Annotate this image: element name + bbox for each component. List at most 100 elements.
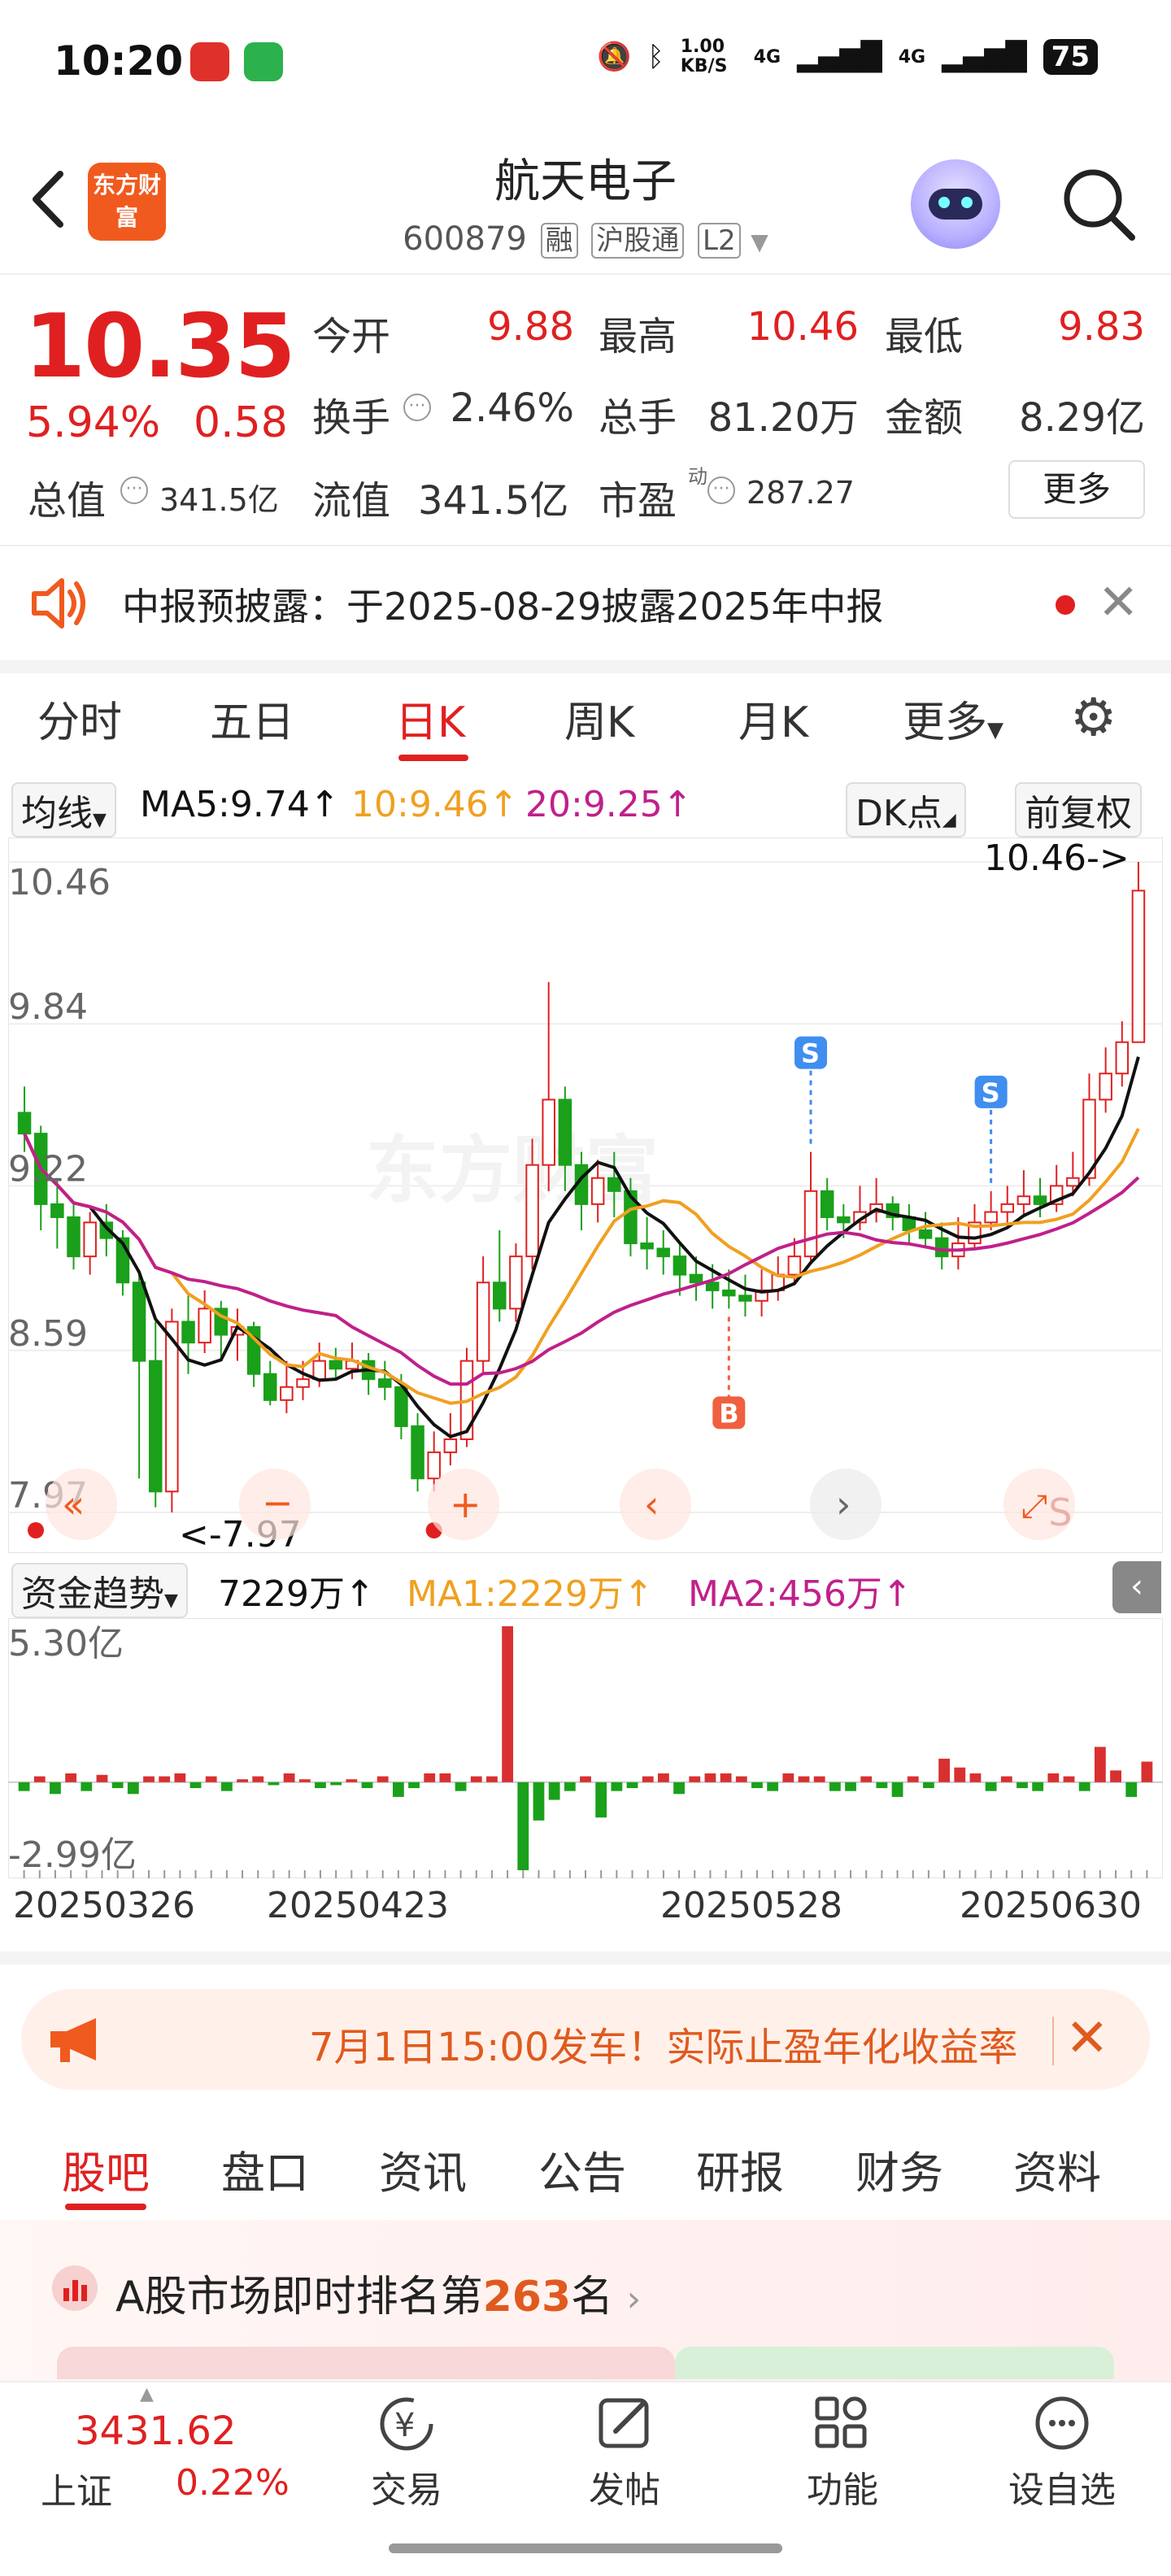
rank-gauge-green xyxy=(675,2347,1114,2379)
candle-body xyxy=(263,1373,277,1401)
notice-text[interactable]: 中报预披露：于2025-08-29披露2025年中报 xyxy=(122,577,883,631)
tab-news[interactable]: 资讯 xyxy=(379,2137,467,2201)
search-button[interactable] xyxy=(1057,163,1138,244)
pe-label: 市盈 xyxy=(599,478,677,524)
flow-bar xyxy=(954,1767,966,1782)
candle-body xyxy=(1131,890,1146,1043)
tab-orderbook[interactable]: 盘口 xyxy=(221,2137,309,2201)
divider xyxy=(0,660,1171,673)
tab-more[interactable]: 更多▼ xyxy=(903,688,1003,749)
tab-announcements[interactable]: 公告 xyxy=(538,2137,626,2201)
dk-point-toggle[interactable]: DK点◢ xyxy=(846,782,966,838)
tag-margin: 融 xyxy=(540,223,578,259)
assistant-robot-avatar[interactable] xyxy=(911,159,1000,249)
rank-text[interactable]: A股市场即时排名第263名 › xyxy=(115,2262,641,2323)
tab-forum[interactable]: 股吧 xyxy=(62,2137,150,2201)
volume-value: 81.20万 xyxy=(707,395,859,441)
nav-label: 设自选 xyxy=(1008,2469,1116,2511)
yen-icon: ¥ xyxy=(342,2387,472,2461)
net-speed: 1.00 KB/S xyxy=(680,37,728,76)
signal-label-1: 4G xyxy=(753,46,781,67)
candle-body xyxy=(607,1177,621,1192)
flow-bar xyxy=(689,1776,701,1782)
chevron-down-icon[interactable]: ▼ xyxy=(751,228,768,255)
flow-bar xyxy=(829,1782,841,1791)
candle-body xyxy=(820,1190,834,1218)
candle-body xyxy=(67,1216,81,1258)
tab-five-day[interactable]: 五日 xyxy=(210,688,294,749)
chevron-right-icon: › xyxy=(836,1482,851,1526)
expand-icon: ⤢ xyxy=(1021,1488,1047,1525)
nav-trade[interactable]: ¥ 交易 xyxy=(342,2387,472,2513)
flow-bar xyxy=(533,1782,545,1821)
rank-suffix: 名 xyxy=(571,2273,614,2321)
candle-body xyxy=(17,1112,32,1135)
gear-icon[interactable]: ⚙ xyxy=(1070,688,1117,748)
tab-profile[interactable]: 资料 xyxy=(1013,2137,1101,2201)
flow-bar xyxy=(486,1776,498,1782)
index-name[interactable]: 上证 xyxy=(41,2462,112,2514)
fund-selector-label: 资金趋势 xyxy=(21,1573,164,1615)
flow-bar xyxy=(782,1773,794,1782)
flow-bar xyxy=(283,1773,295,1782)
candle-body xyxy=(312,1360,326,1381)
max-price-label: 10.46-> xyxy=(984,838,1130,879)
adjust-mode-button[interactable]: 前复权 xyxy=(1015,782,1142,838)
flow-bar xyxy=(1047,1773,1060,1782)
candle-body xyxy=(198,1308,211,1344)
close-icon[interactable]: ✕ xyxy=(1098,574,1138,631)
open-label: 今开 xyxy=(312,314,391,359)
tab-more-label: 更多 xyxy=(903,698,988,747)
high-label: 最高 xyxy=(599,314,677,359)
info-icon[interactable]: ··· xyxy=(403,394,431,421)
ma10-value: 10:9.46↑ xyxy=(351,784,519,825)
tab-intraday[interactable]: 分时 xyxy=(37,688,122,749)
tab-monthly-k[interactable]: 月K xyxy=(738,688,808,749)
flow-bar xyxy=(408,1782,420,1789)
tab-weekly-k[interactable]: 周K xyxy=(564,688,634,749)
ma-selector[interactable]: 均线▼ xyxy=(11,782,116,838)
tag-connect: 沪股通 xyxy=(591,223,685,259)
date-tick: 20250630 xyxy=(960,1885,1142,1926)
flow-bar xyxy=(65,1773,77,1782)
caret-up-icon: ▲ xyxy=(140,2384,154,2404)
y-tick-label: 9.22 xyxy=(8,1148,88,1190)
flow-bar xyxy=(657,1773,669,1782)
flow-bar xyxy=(330,1782,342,1786)
close-icon[interactable]: ✕ xyxy=(1065,2008,1109,2069)
low-value: 9.83 xyxy=(1058,304,1145,350)
index-value[interactable]: 3431.62 xyxy=(75,2408,237,2454)
fund-selector[interactable]: 资金趋势▼ xyxy=(11,1563,188,1618)
info-icon[interactable]: ··· xyxy=(120,476,148,504)
flow-bar xyxy=(237,1779,248,1782)
signal-bars-icon: ▂▄▆█ xyxy=(797,41,882,73)
candle-body xyxy=(280,1386,294,1401)
tab-financials[interactable]: 财务 xyxy=(855,2137,943,2201)
tab-daily-k[interactable]: 日K xyxy=(395,688,465,749)
grid-icon xyxy=(777,2387,908,2461)
flow-bar xyxy=(907,1776,919,1782)
index-change[interactable]: 0.22% xyxy=(176,2462,289,2504)
tab-research[interactable]: 研报 xyxy=(696,2137,784,2201)
more-quote-button[interactable]: 更多 xyxy=(1008,460,1145,519)
flow-bar xyxy=(1078,1782,1090,1791)
candlestick-chart[interactable]: 东方财富 SSBS 10.469.849.228.597.97 10.46-> … xyxy=(8,838,1163,1553)
promo-text[interactable]: 7月1日15:00发车！实际止盈年化收益率 xyxy=(309,2015,1041,2072)
nav-add-watchlist[interactable]: 设自选 xyxy=(997,2387,1127,2513)
flow-bar xyxy=(704,1773,716,1782)
info-icon[interactable]: ··· xyxy=(707,476,735,504)
nav-post[interactable]: 发帖 xyxy=(559,2387,690,2513)
flow-bar xyxy=(564,1782,576,1791)
open-value: 9.88 xyxy=(487,304,574,350)
float-label: 流值 xyxy=(312,478,391,524)
flow-bar xyxy=(720,1773,732,1782)
flow-bar xyxy=(985,1782,997,1791)
marker-dot xyxy=(28,1522,44,1538)
home-indicator[interactable] xyxy=(389,2543,782,2553)
candle-body xyxy=(1016,1195,1031,1205)
fund-flow-chart[interactable]: 5.30亿 -2.99亿 xyxy=(8,1618,1163,1878)
candle-body xyxy=(1066,1177,1080,1187)
flow-bar xyxy=(860,1776,873,1782)
nav-functions[interactable]: 功能 xyxy=(777,2387,908,2513)
collapse-panel-button[interactable]: ‹ xyxy=(1112,1561,1161,1613)
